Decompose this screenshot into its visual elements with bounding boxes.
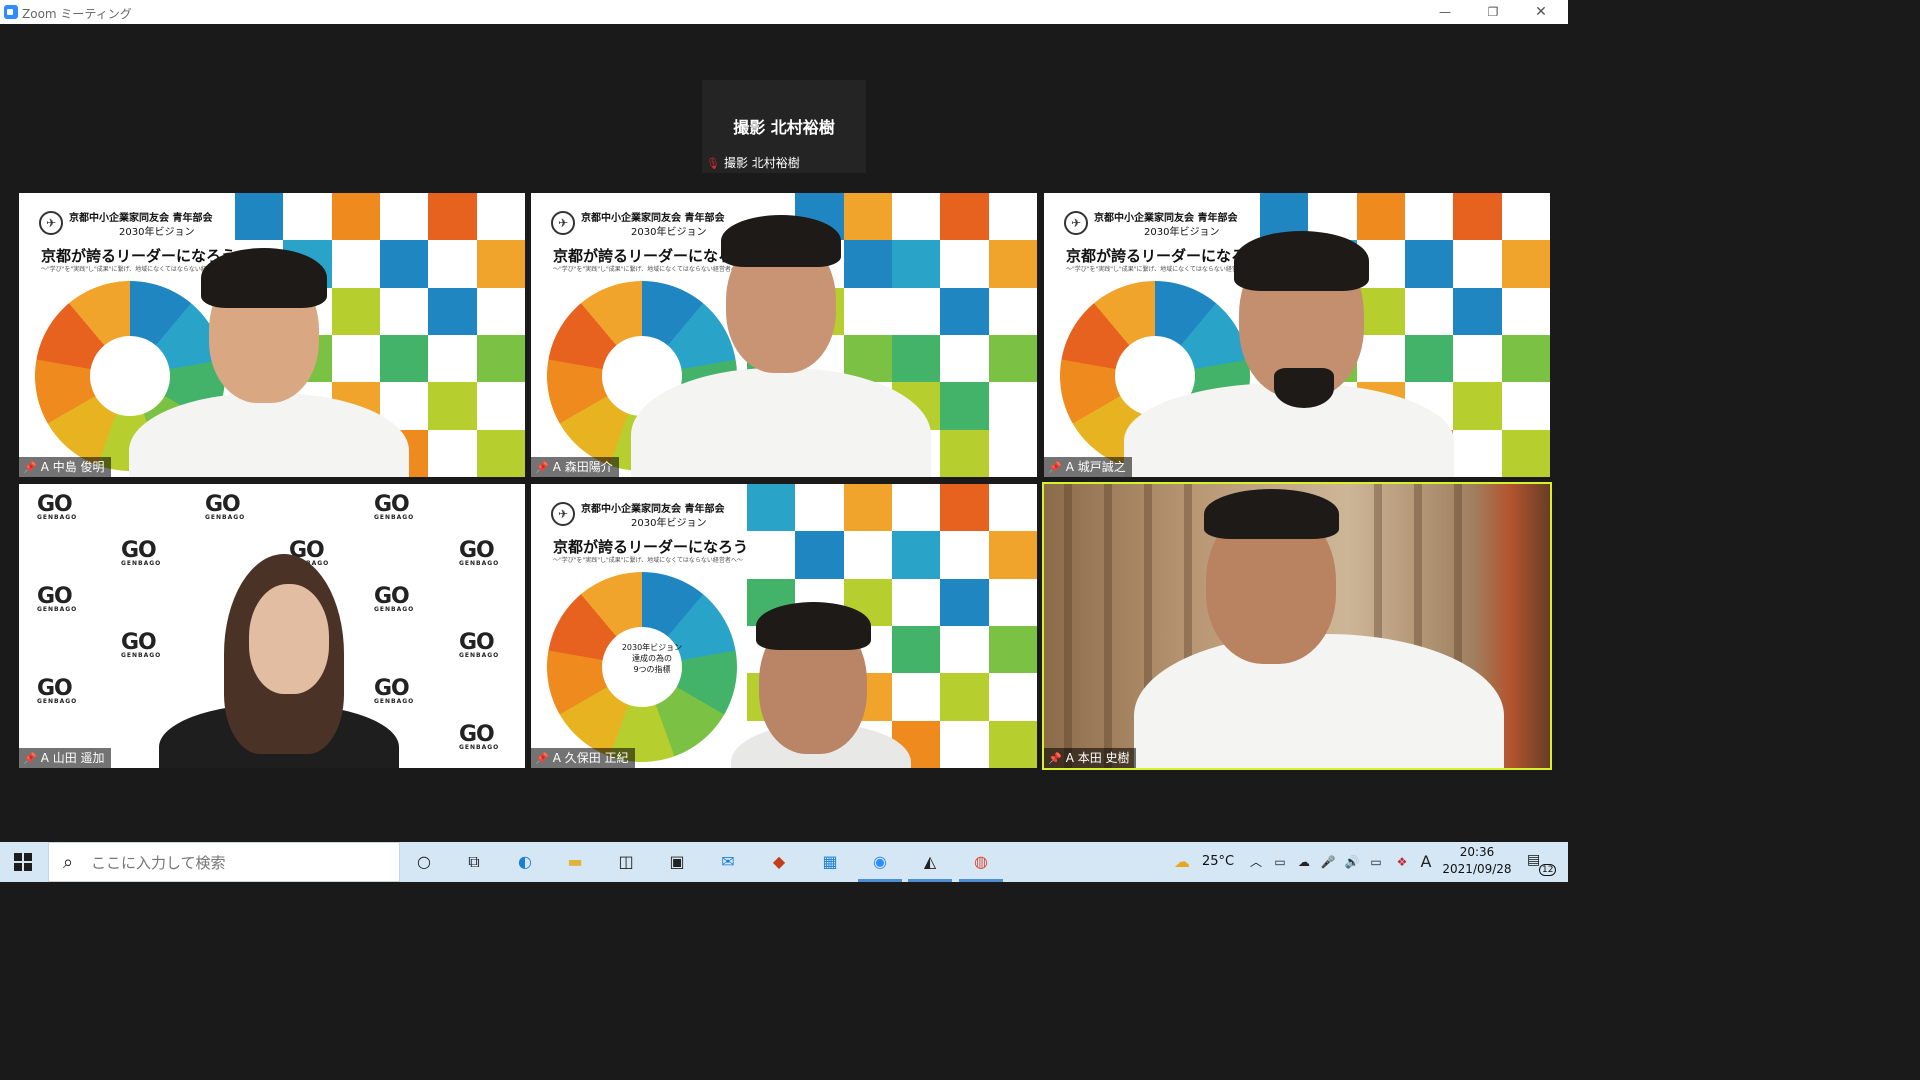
camera-app-icon[interactable]: ◭ xyxy=(908,850,952,882)
slide-org-text: 京都中小企業家同友会 青年部会 xyxy=(581,504,725,515)
mic-muted-icon: 🎙 xyxy=(706,157,720,170)
cortana-icon[interactable]: ○ xyxy=(412,850,436,874)
video-tile-1[interactable]: ✈ 京都中小企業家同友会 青年部会 2030年ビジョン 京都が誇るリーダーになろ… xyxy=(19,193,525,477)
slide-vision-text: 2030年ビジョン xyxy=(1144,227,1220,238)
powerpoint-icon[interactable]: ◆ xyxy=(767,850,791,874)
speaker-display-name: 撮影 北村裕樹 xyxy=(733,118,835,137)
window-title: Zoom ミーティング xyxy=(22,7,132,21)
slide-headline: 京都が誇るリーダーになろう xyxy=(1066,247,1262,265)
pin-icon: 📌 xyxy=(1048,461,1062,474)
file-explorer-icon[interactable]: ▬ xyxy=(563,850,587,874)
slide-vision-text: 2030年ビジョン xyxy=(119,227,195,238)
chrome-icon[interactable]: ◍ xyxy=(959,850,1003,882)
participant-name-label: 📌 A 中島 俊明 xyxy=(19,457,111,477)
slide-org-text: 京都中小企業家同友会 青年部会 xyxy=(69,213,213,224)
video-tile-4[interactable]: GO GENBAGO GO GENBAGO GO GENBAGO GO GENBAGO … xyxy=(19,484,525,768)
slide-org-text: 京都中小企業家同友会 青年部会 xyxy=(1094,213,1238,224)
minimize-button[interactable]: — xyxy=(1422,0,1468,24)
pin-icon: 📌 xyxy=(23,752,37,765)
weather-icon[interactable]: ☁ xyxy=(1170,850,1194,874)
close-button[interactable]: ✕ xyxy=(1518,0,1564,24)
participant-name-label: 📌 A 久保田 正紀 xyxy=(531,748,635,768)
zoom-icon[interactable]: ◉ xyxy=(858,850,902,882)
taskbar-clock[interactable]: 20:36 2021/09/28 xyxy=(1432,844,1522,878)
participant-name-label: 📌 A 山田 遥加 xyxy=(19,748,111,768)
slide-headline: 京都が誇るリーダーになろう xyxy=(41,247,237,265)
windows-taskbar: ⌕ ○ ⧉ ◐ ▬ ◫ ▣ ✉ ◆ ▦ ◉ ◭ ◍ ☁ 25°C ︿ ▭ ☁ 🎤… xyxy=(0,842,1568,882)
search-icon: ⌕ xyxy=(63,852,74,873)
speaker-name-label: 🎙 撮影 北村裕樹 xyxy=(706,154,800,171)
title-bar: Zoom ミーティング — ❐ ✕ xyxy=(0,0,1568,24)
search-input[interactable] xyxy=(89,853,393,873)
participant-name-label: 📌 A 森田陽介 xyxy=(531,457,619,477)
microphone-icon[interactable]: 🎤 xyxy=(1316,850,1340,874)
battery-icon[interactable]: ▭ xyxy=(1364,850,1388,874)
org-logo-icon: ✈ xyxy=(39,211,63,235)
store-icon[interactable]: ◫ xyxy=(614,850,638,874)
video-tile-3[interactable]: ✈ 京都中小企業家同友会 青年部会 2030年ビジョン 京都が誇るリーダーになろ… xyxy=(1044,193,1550,477)
pin-icon: 📌 xyxy=(23,461,37,474)
participant-name-label: 📌 A 本田 史樹 xyxy=(1044,748,1136,768)
slide-subline: 〜"学び"を"実践"し"成果"に繋げ、地域になくてはならない経営者へ〜 xyxy=(553,266,743,273)
speaker-tile[interactable]: 撮影 北村裕樹 🎙 撮影 北村裕樹 xyxy=(702,80,866,173)
video-tile-2[interactable]: ✈ 京都中小企業家同友会 青年部会 2030年ビジョン 京都が誇るリーダーになろ… xyxy=(531,193,1037,477)
volume-icon[interactable]: 🔊 xyxy=(1340,850,1364,874)
taskbar-search-box[interactable]: ⌕ xyxy=(48,842,400,882)
pin-icon: 📌 xyxy=(535,461,549,474)
slide-headline: 京都が誇るリーダーになろう xyxy=(553,247,749,265)
slide-vision-text: 2030年ビジョン xyxy=(631,518,707,529)
maximize-button[interactable]: ❐ xyxy=(1470,0,1516,24)
show-hidden-icons-icon[interactable]: ︿ xyxy=(1244,850,1268,874)
notification-count-badge: 12 xyxy=(1539,864,1557,876)
slide-vision-text: 2030年ビジョン xyxy=(631,227,707,238)
participant-name-label: 📌 A 城戸誠之 xyxy=(1044,457,1132,477)
mail-icon[interactable]: ✉ xyxy=(716,850,740,874)
onedrive-icon[interactable]: ☁ xyxy=(1292,850,1316,874)
start-button[interactable] xyxy=(14,853,32,871)
pin-icon: 📌 xyxy=(535,752,549,765)
pin-icon: 📌 xyxy=(1048,752,1062,765)
clock-date: 2021/09/28 xyxy=(1442,862,1512,876)
task-view-icon[interactable]: ⧉ xyxy=(462,850,486,874)
meet-now-icon[interactable]: ▭ xyxy=(1268,850,1292,874)
clock-time: 20:36 xyxy=(1459,845,1495,859)
org-logo-icon: ✈ xyxy=(1064,211,1088,235)
speaker-footer-name: 撮影 北村裕樹 xyxy=(723,156,800,170)
org-logo-icon: ✈ xyxy=(551,502,575,526)
org-logo-icon: ✈ xyxy=(551,211,575,235)
wheel-center-text: 2030年ビジョン 達成の為の 9つの指標 xyxy=(621,643,683,674)
slide-subline: 〜"学び"を"実践"し"成果"に繋げ、地域になくてはならない経営者へ〜 xyxy=(553,557,743,564)
video-tile-5[interactable]: ✈ 京都中小企業家同友会 青年部会 2030年ビジョン 京都が誇るリーダーになろ… xyxy=(531,484,1037,768)
video-tile-6-active-speaker[interactable]: 📌 A 本田 史樹 xyxy=(1042,482,1552,770)
photos-icon[interactable]: ▣ xyxy=(665,850,689,874)
slide-headline: 京都が誇るリーダーになろう xyxy=(553,538,749,556)
calendar-icon[interactable]: ▦ xyxy=(818,850,842,874)
weather-temperature[interactable]: 25°C xyxy=(1202,854,1234,869)
slide-subline: 〜"学び"を"実践"し"成果"に繋げ、地域になくてはならない経営者へ〜 xyxy=(1066,266,1256,273)
zoom-app-icon xyxy=(4,5,18,19)
edge-icon[interactable]: ◐ xyxy=(513,850,537,874)
dropbox-icon[interactable]: ❖ xyxy=(1390,850,1414,874)
slide-org-text: 京都中小企業家同友会 青年部会 xyxy=(581,213,725,224)
